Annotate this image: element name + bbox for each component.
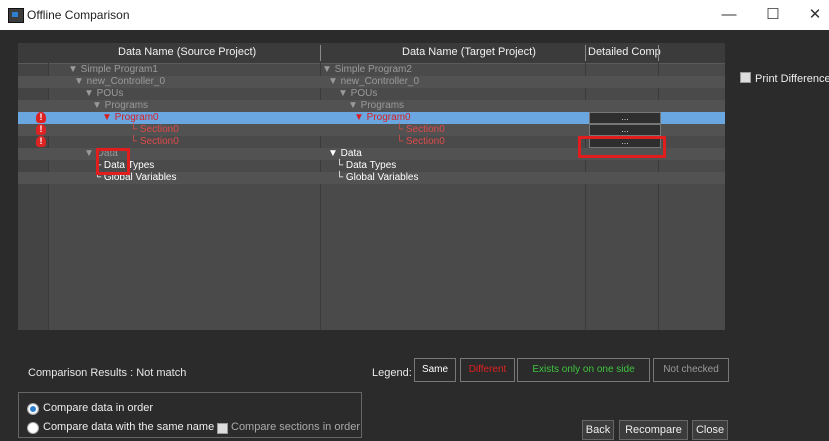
- minimize-button[interactable]: —: [712, 3, 746, 27]
- column-header-source[interactable]: Data Name (Source Project): [118, 46, 256, 58]
- source-cell: ▼ new_Controller_0: [74, 76, 166, 87]
- radio-icon[interactable]: [27, 403, 39, 415]
- target-cell: └ Global Variables: [336, 172, 419, 183]
- error-icon: !: [36, 124, 46, 135]
- highlight-detail: [578, 136, 666, 158]
- print-differences-label: Print Differences: [755, 73, 829, 85]
- print-differences-option[interactable]: Print Differences: [740, 72, 829, 85]
- maximize-button[interactable]: ☐: [756, 3, 790, 27]
- compare-options-group: Compare data in order Compare data with …: [18, 392, 362, 438]
- source-cell: └ Section0: [130, 136, 179, 147]
- highlight-expand: [96, 148, 130, 175]
- target-cell: ▼ new_Controller_0: [328, 76, 420, 87]
- back-button[interactable]: Back: [582, 420, 614, 440]
- legend-label: Legend:: [372, 367, 412, 379]
- radio-icon[interactable]: [27, 422, 39, 434]
- source-cell: └ Section0: [130, 124, 179, 135]
- legend-different: Different: [460, 358, 515, 382]
- legend-not-checked: Not checked: [653, 358, 729, 382]
- target-cell: ▼ Simple Program2: [322, 64, 412, 75]
- close-button[interactable]: Close: [692, 420, 728, 440]
- source-cell: ▼ Program0: [102, 112, 159, 123]
- target-cell: ▼ Program0: [354, 112, 411, 123]
- target-cell: ▼ POUs: [338, 88, 378, 99]
- column-header-detail[interactable]: Detailed Comp: [588, 46, 661, 58]
- table-row[interactable]: ! └ Section0 └ Section0...: [18, 124, 725, 136]
- target-cell: ▼ Programs: [348, 100, 405, 111]
- target-cell: └ Section0: [396, 136, 445, 147]
- source-cell: ▼ Simple Program1: [68, 64, 158, 75]
- error-icon: !: [36, 112, 46, 123]
- title-bar: Offline Comparison — ☐ ✕: [0, 0, 829, 30]
- app-icon: [8, 8, 24, 23]
- comparison-results: Comparison Results : Not match: [28, 367, 187, 379]
- grid-header: Data Name (Source Project) Data Name (Ta…: [18, 43, 725, 64]
- column-header-target[interactable]: Data Name (Target Project): [402, 46, 536, 58]
- window-title: Offline Comparison: [27, 8, 130, 22]
- legend-same: Same: [414, 358, 456, 382]
- compare-in-order-label[interactable]: Compare data in order: [43, 402, 153, 414]
- table-row[interactable]: ▼ new_Controller_0 ▼ new_Controller_0: [18, 76, 725, 88]
- source-cell: ▼ POUs: [84, 88, 124, 99]
- compare-same-name-label[interactable]: Compare data with the same name: [43, 421, 214, 433]
- table-row[interactable]: ▼ POUs ▼ POUs: [18, 88, 725, 100]
- checkbox-icon[interactable]: [740, 72, 751, 83]
- table-row[interactable]: ! ▼ Program0 ▼ Program0...: [18, 112, 725, 124]
- error-icon: !: [36, 136, 46, 147]
- legend-exists-only: Exists only on one side: [517, 358, 650, 382]
- recompare-button[interactable]: Recompare: [619, 420, 688, 440]
- compare-sections-label[interactable]: Compare sections in order: [231, 421, 360, 433]
- detail-compare-button[interactable]: ...: [589, 124, 661, 136]
- target-cell: ▼ Data: [328, 148, 362, 159]
- target-cell: └ Data Types: [336, 160, 397, 171]
- target-cell: └ Section0: [396, 124, 445, 135]
- source-cell: ▼ Programs: [92, 100, 149, 111]
- comparison-grid[interactable]: Data Name (Source Project) Data Name (Ta…: [18, 43, 725, 330]
- detail-compare-button[interactable]: ...: [589, 112, 661, 124]
- checkbox-icon[interactable]: [217, 423, 228, 434]
- close-window-button[interactable]: ✕: [798, 3, 829, 27]
- table-row[interactable]: ▼ Simple Program1 ▼ Simple Program2: [18, 64, 725, 76]
- table-row[interactable]: ▼ Programs ▼ Programs: [18, 100, 725, 112]
